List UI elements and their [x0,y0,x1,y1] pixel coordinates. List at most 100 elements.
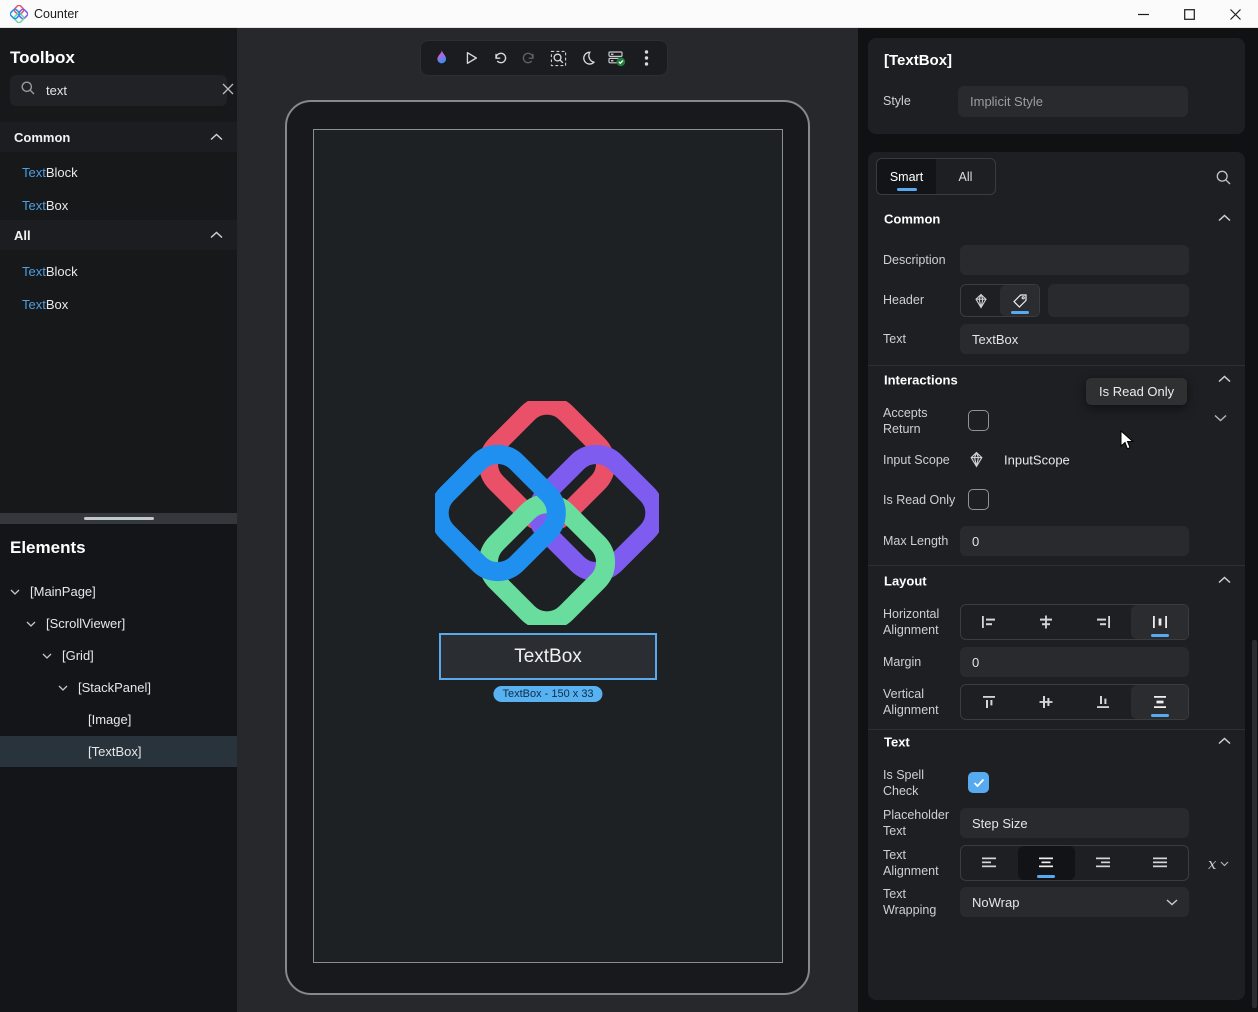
placeholder-text-input[interactable]: Step Size [960,808,1189,838]
x-variable-selector[interactable]: x [1208,855,1229,873]
text-wrapping-dropdown[interactable]: NoWrap [960,887,1189,917]
text-align-justify-button[interactable] [1131,846,1188,880]
description-label: Description [883,252,957,268]
stretch-vertical-button[interactable] [1131,685,1188,719]
text-alignment-label: Text Alignment [883,847,957,880]
chevron-down-icon[interactable] [1214,414,1227,422]
text-wrapping-label: Text Wrapping [883,886,957,919]
section-text[interactable]: Text [884,735,910,750]
check-icon [973,778,985,788]
toolbox-search[interactable] [10,75,227,106]
tree-item-scrollviewer[interactable]: [ScrollViewer] [0,608,237,639]
dark-theme-moon-icon[interactable] [577,47,599,69]
section-layout[interactable]: Layout [884,574,927,589]
is-read-only-checkbox[interactable] [968,489,989,510]
toolbox-section-all[interactable]: All [0,220,237,250]
app-logo-icon [10,5,28,23]
active-tab-indicator [897,188,917,191]
chevron-up-icon[interactable] [1218,214,1231,222]
window-title: Counter [34,7,78,21]
scrollbar-thumb[interactable] [1252,640,1257,1008]
chevron-up-icon[interactable] [1218,576,1231,584]
input-scope-label: Input Scope [883,452,957,468]
align-left-button[interactable] [961,605,1018,639]
panel-splitter[interactable] [0,513,237,524]
zoom-to-fit-icon[interactable] [548,47,570,69]
minimize-button[interactable] [1120,0,1166,28]
header-binding-toggle[interactable] [961,285,1000,316]
chevron-up-icon[interactable] [1218,737,1231,745]
app-screen[interactable]: TextBox TextBox - 150 x 33 [313,129,783,963]
undo-icon[interactable] [489,47,511,69]
horizontal-alignment-label: Horizontal Alignment [883,606,957,639]
placeholder-text-label: Placeholder Text [883,807,957,840]
tree-item-image[interactable]: [Image] [0,704,237,735]
toolbox-item-textbox[interactable]: TextBox [0,289,237,320]
align-center-vertical-button[interactable] [1018,685,1075,719]
chevron-down-icon [1166,899,1178,906]
chevron-up-icon[interactable] [1218,375,1231,383]
chevron-down-icon[interactable] [10,589,22,595]
active-toggle-indicator [1151,634,1169,637]
accepts-return-checkbox[interactable] [968,410,989,431]
clear-search-icon[interactable] [222,82,234,100]
text-label: Text [883,331,957,347]
section-interactions[interactable]: Interactions [884,373,958,388]
margin-label: Margin [883,654,957,670]
redo-icon[interactable] [518,47,540,69]
tab-smart[interactable]: Smart [877,159,936,194]
tree-item-grid[interactable]: [Grid] [0,640,237,671]
style-input[interactable]: Implicit Style [958,86,1188,117]
settings-checklist-icon[interactable] [606,47,628,69]
chevron-down-icon[interactable] [42,653,54,659]
description-input[interactable] [960,245,1189,275]
header-input[interactable] [1048,284,1189,317]
text-align-left-button[interactable] [961,846,1018,880]
tree-item-stackpanel[interactable]: [StackPanel] [0,672,237,703]
align-top-icon [981,694,997,710]
maximize-button[interactable] [1166,0,1212,28]
more-options-kebab-icon[interactable] [635,47,657,69]
text-align-center-button[interactable] [1018,846,1075,880]
stretch-vertical-icon [1152,694,1168,710]
max-length-input[interactable]: 0 [960,526,1189,556]
header-tag-toggle[interactable] [1000,285,1039,316]
tab-all[interactable]: All [936,159,995,194]
play-icon[interactable] [460,47,482,69]
align-right-button[interactable] [1075,605,1132,639]
app-logo-image[interactable] [435,401,659,630]
text-input[interactable]: TextBox [960,324,1189,354]
tree-item-textbox-selected[interactable]: [TextBox] [0,736,237,767]
align-top-button[interactable] [961,685,1018,719]
search-input[interactable] [46,83,222,98]
chevron-down-icon[interactable] [26,621,38,627]
header-mode-toggle [960,284,1040,317]
toolbox-item-textblock[interactable]: TextBlock [0,157,237,188]
design-canvas[interactable]: TextBox TextBox - 150 x 33 [237,28,858,1012]
is-read-only-tooltip: Is Read Only [1086,378,1187,405]
toolbox-item-textblock[interactable]: TextBlock [0,256,237,287]
align-bottom-icon [1095,694,1111,710]
margin-input[interactable]: 0 [960,647,1189,677]
section-common[interactable]: Common [884,212,940,227]
stretch-horizontal-button[interactable] [1131,605,1188,639]
is-spell-check-checkbox[interactable] [968,772,989,793]
input-scope-value[interactable]: InputScope [1004,453,1070,468]
chevron-down-icon[interactable] [58,685,70,691]
selection-size-badge: TextBox - 150 x 33 [493,686,602,702]
title-bar: Counter [0,0,1258,28]
text-align-right-button[interactable] [1075,846,1132,880]
properties-search-icon[interactable] [1215,169,1232,191]
text-align-left-icon [981,856,997,870]
toolbox-item-textbox[interactable]: TextBox [0,190,237,221]
tree-item-mainpage[interactable]: [MainPage] [0,576,237,607]
binding-gem-icon[interactable] [968,451,985,473]
align-center-horizontal-button[interactable] [1018,605,1075,639]
selected-textbox-control[interactable]: TextBox [439,633,657,680]
close-button[interactable] [1212,0,1258,28]
hot-reload-flame-icon[interactable] [431,47,453,69]
toolbox-section-common[interactable]: Common [0,122,237,152]
left-sidebar: Toolbox Common TextBlock TextBox All Tex… [0,28,237,1012]
align-bottom-button[interactable] [1075,685,1132,719]
tag-icon [1012,293,1028,309]
